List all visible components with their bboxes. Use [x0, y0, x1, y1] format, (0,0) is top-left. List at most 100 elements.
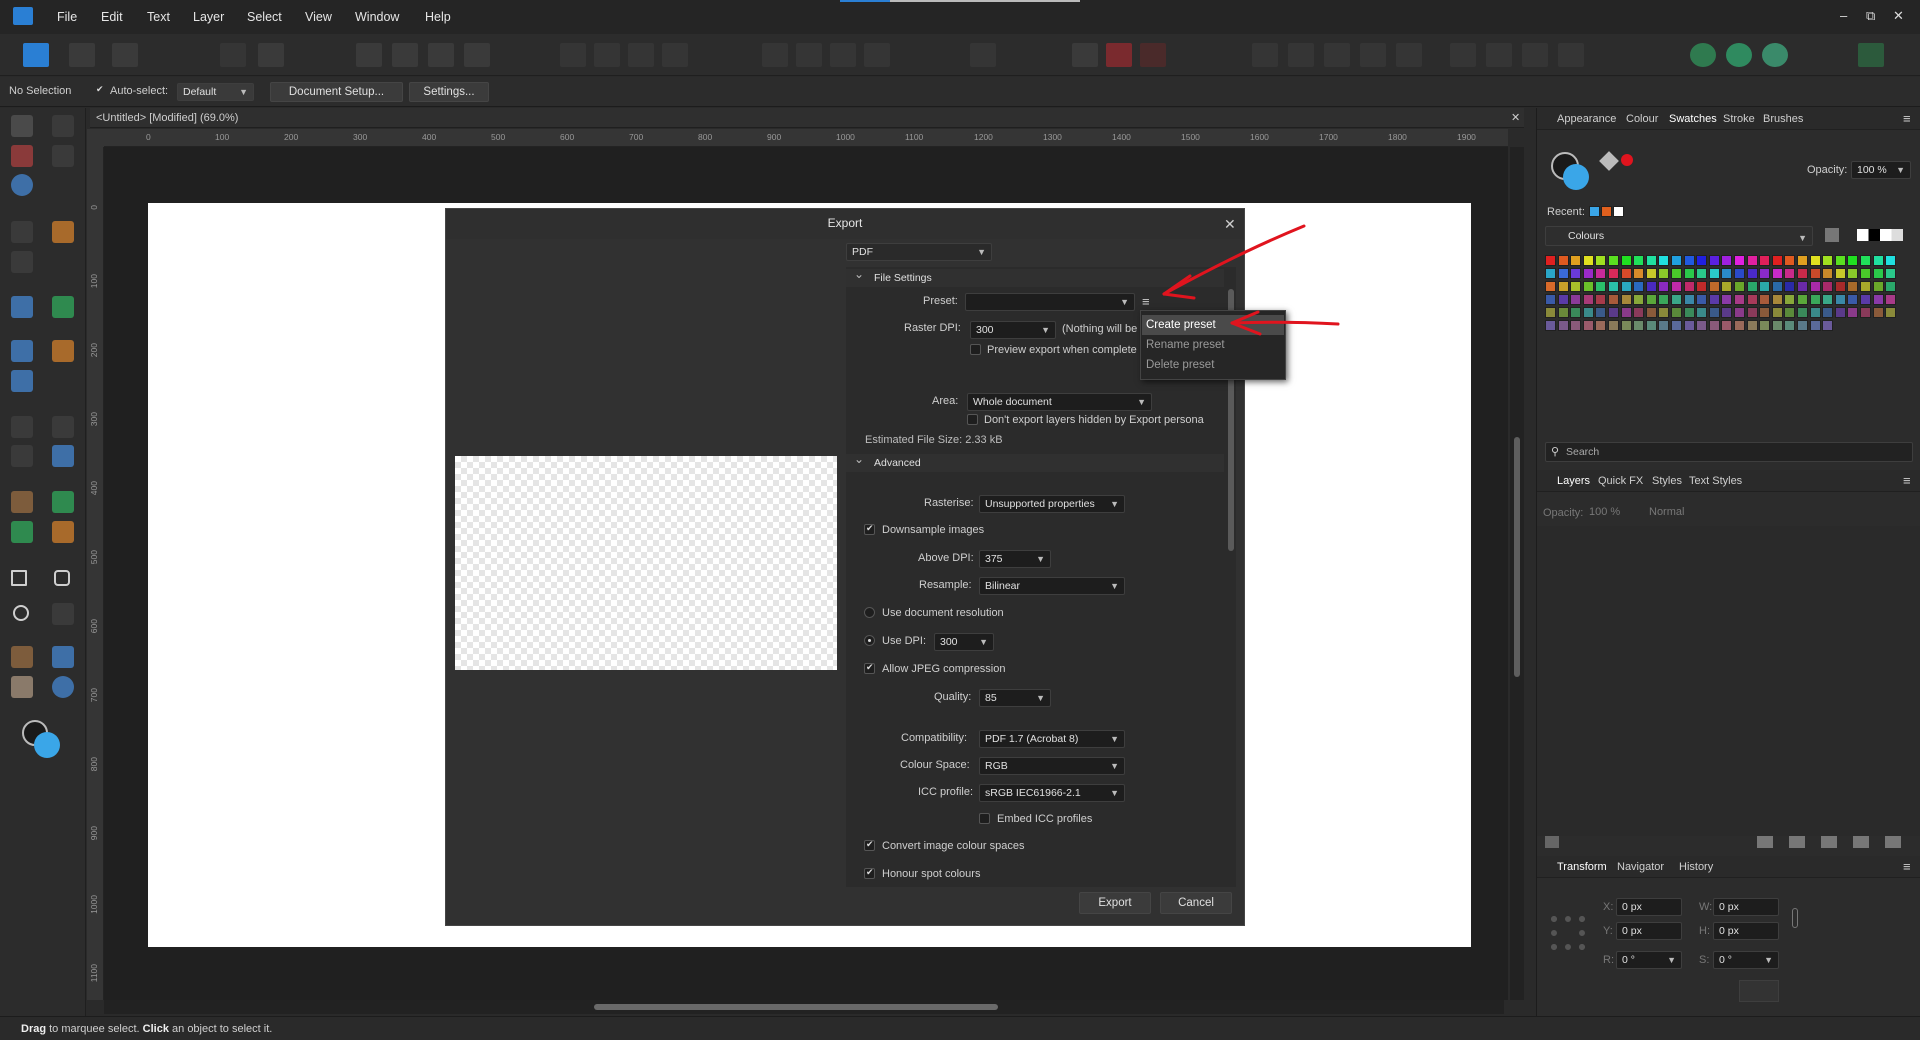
crop-tool-icon[interactable] — [11, 445, 33, 467]
colour-swatch[interactable] — [1671, 255, 1682, 266]
preset-dropdown[interactable]: ▼ — [965, 293, 1135, 311]
colour-swatch[interactable] — [1658, 307, 1670, 318]
recent-swatch-blue[interactable] — [1589, 206, 1600, 217]
colour-swatch[interactable] — [1633, 294, 1645, 305]
colour-swatch[interactable] — [1834, 307, 1846, 318]
fill-tool-icon[interactable] — [11, 416, 33, 438]
rotation-input[interactable]: 0 ° ▼ — [1616, 951, 1682, 969]
colour-swatch[interactable] — [1633, 320, 1645, 331]
colour-swatch[interactable] — [1759, 294, 1771, 305]
colour-swatch[interactable] — [1809, 307, 1821, 318]
colour-swatch[interactable] — [1620, 320, 1632, 331]
vector-crop-icon[interactable] — [52, 445, 74, 467]
horizontal-scroll-thumb[interactable] — [594, 1004, 998, 1010]
tab-navigator[interactable]: Navigator — [1617, 861, 1664, 873]
colour-swatch[interactable] — [1860, 255, 1871, 266]
colour-swatch[interactable] — [1822, 294, 1834, 305]
geometry-icon-4[interactable] — [1558, 43, 1584, 67]
colour-swatch[interactable] — [1797, 294, 1808, 305]
colour-swatch[interactable] — [1771, 255, 1783, 266]
colour-swatch[interactable] — [1620, 307, 1632, 318]
preview-export-checkbox[interactable] — [970, 344, 981, 355]
format-dropdown[interactable]: PDF ▼ — [846, 243, 992, 261]
colour-swatch[interactable] — [1582, 268, 1594, 279]
colour-swatch[interactable] — [1797, 307, 1808, 318]
embed-icc-checkbox[interactable] — [979, 813, 990, 824]
corner-tool-icon[interactable] — [11, 145, 33, 167]
menu-layer[interactable]: Layer — [193, 10, 224, 24]
colour-swatch[interactable] — [1708, 320, 1720, 331]
colour-swatch[interactable] — [1683, 268, 1695, 279]
geometry-icon-3[interactable] — [1522, 43, 1548, 67]
colour-swatch[interactable] — [1557, 307, 1569, 318]
lock-aspect-icon[interactable] — [1792, 908, 1798, 928]
colour-swatch[interactable] — [1797, 281, 1808, 292]
use-dpi-input[interactable]: 300 ▼ — [934, 633, 994, 651]
resample-dropdown[interactable]: Bilinear ▼ — [979, 577, 1125, 595]
recent-swatch-orange[interactable] — [1601, 206, 1612, 217]
colour-swatch[interactable] — [1860, 294, 1871, 305]
menu-edit[interactable]: Edit — [101, 10, 123, 24]
colour-swatch[interactable] — [1557, 268, 1569, 279]
colour-swatch[interactable] — [1671, 268, 1682, 279]
boolean-icon-3[interactable] — [1324, 43, 1350, 67]
colour-swatch[interactable] — [1759, 281, 1771, 292]
colour-swatch[interactable] — [1784, 281, 1796, 292]
colour-swatch[interactable] — [1608, 307, 1619, 318]
snap-pixel-icon[interactable] — [392, 43, 418, 67]
honour-spot-checkbox[interactable] — [864, 867, 875, 879]
colour-swatch[interactable] — [1734, 281, 1745, 292]
colour-swatch[interactable] — [1759, 320, 1771, 331]
delete-preset-item[interactable]: Delete preset — [1142, 355, 1284, 375]
colour-swatch[interactable] — [1570, 294, 1582, 305]
menu-help[interactable]: Help — [425, 10, 451, 24]
auto-select-checkbox[interactable] — [95, 84, 106, 97]
settings-gear-icon[interactable] — [258, 43, 284, 67]
colour-swatch[interactable] — [1822, 307, 1834, 318]
colour-swatch[interactable] — [1721, 281, 1733, 292]
colour-swatch[interactable] — [1696, 307, 1708, 318]
colour-swatch[interactable] — [1683, 320, 1695, 331]
tab-brushes[interactable]: Brushes — [1763, 113, 1803, 125]
colour-swatch[interactable] — [1708, 255, 1720, 266]
colour-space-dropdown[interactable]: RGB ▼ — [979, 757, 1125, 775]
colour-swatch[interactable] — [1608, 281, 1619, 292]
colour-swatch[interactable] — [1557, 255, 1569, 266]
account-icon[interactable] — [1858, 43, 1884, 67]
point-transform-icon[interactable] — [52, 145, 74, 167]
export-button[interactable]: Export — [1079, 892, 1151, 914]
hand-tool-icon[interactable] — [11, 676, 33, 698]
colour-swatch[interactable] — [1822, 320, 1834, 331]
tab-colour[interactable]: Colour — [1626, 113, 1658, 125]
colour-swatch[interactable] — [1885, 294, 1897, 305]
menu-view[interactable]: View — [305, 10, 332, 24]
colour-swatch[interactable] — [1633, 307, 1645, 318]
colour-swatch[interactable] — [1633, 255, 1645, 266]
rename-preset-item[interactable]: Rename preset — [1142, 335, 1284, 355]
colour-swatch[interactable] — [1683, 294, 1695, 305]
tab-stroke[interactable]: Stroke — [1723, 113, 1755, 125]
colour-swatch[interactable] — [1645, 255, 1657, 266]
document-setup-button[interactable]: Document Setup... — [270, 82, 403, 102]
colour-swatch[interactable] — [1784, 307, 1796, 318]
colour-swatch[interactable] — [1860, 307, 1871, 318]
horizontal-ruler[interactable]: 0 100 200 300 400 500 600 700 800 900 1000 1100 1200… — [104, 129, 1508, 147]
area-dropdown[interactable]: Whole document ▼ — [967, 393, 1152, 411]
rectangle-tool-icon[interactable] — [11, 570, 27, 586]
colour-swatch[interactable] — [1822, 281, 1834, 292]
restore-icon[interactable]: ⧉ — [1866, 8, 1875, 24]
colour-swatch[interactable] — [1595, 307, 1607, 318]
colour-swatch[interactable] — [1671, 281, 1682, 292]
boolean-icon-4[interactable] — [1360, 43, 1386, 67]
colour-swatch[interactable] — [1746, 281, 1758, 292]
colour-swatch[interactable] — [1545, 320, 1556, 331]
colour-swatch[interactable] — [1759, 268, 1771, 279]
use-dpi-radio[interactable] — [864, 635, 875, 646]
swatch-search-input[interactable]: Search — [1545, 442, 1913, 462]
transform-menu-icon[interactable]: ≡ — [1903, 859, 1911, 874]
pen-tool-icon[interactable] — [11, 340, 33, 362]
anchor-point-selector[interactable] — [1551, 916, 1585, 950]
opacity-input[interactable]: 100 % ▼ — [1851, 161, 1911, 179]
colour-swatch[interactable] — [1683, 255, 1695, 266]
colour-swatch[interactable] — [1708, 268, 1720, 279]
